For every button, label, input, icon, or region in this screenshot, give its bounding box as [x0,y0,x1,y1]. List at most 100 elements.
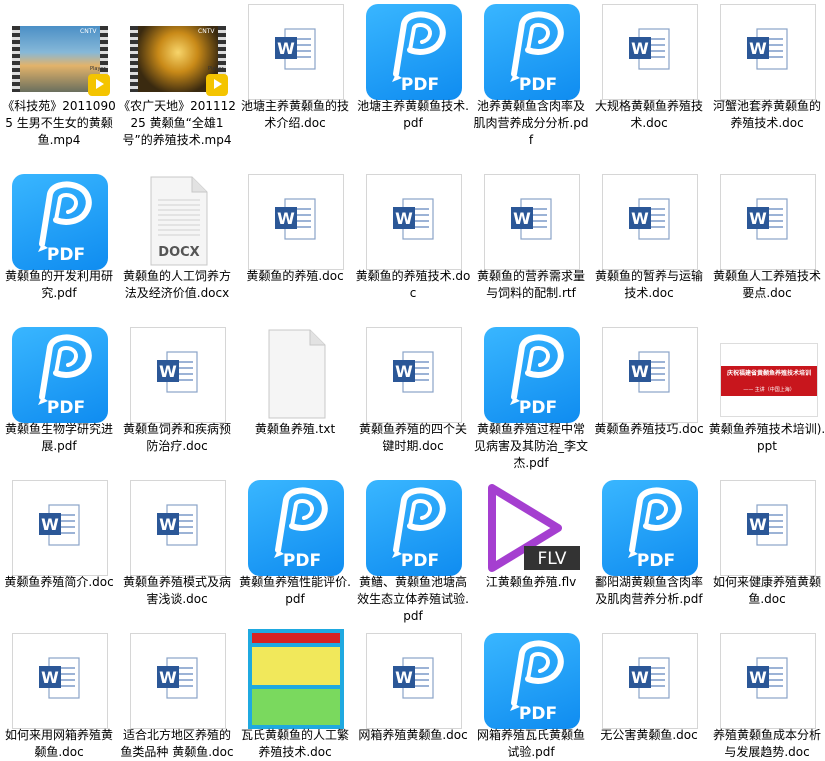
file-thumbnail: W [130,633,226,729]
file-name-label: 网箱养殖黄颡鱼.doc [358,728,468,742]
file-item[interactable]: W 黄颡鱼养殖技巧.doc [590,323,708,473]
word-letter: W [277,209,295,228]
word-document-icon: W [248,174,344,270]
word-glyph-icon: W [37,654,85,706]
word-document-icon: W [484,174,580,270]
file-item[interactable]: CNTV Player 《科技苑》20110905 生男不生女的黄颡鱼.mp4 [0,0,118,150]
file-item[interactable]: CNTV Player 《农广天地》20111225 黄颡鱼“全雄1号”的养殖技术.… [118,0,236,150]
file-thumbnail: W [12,633,108,729]
word-letter: W [159,515,177,534]
file-item[interactable]: W 无公害黄颡鱼.doc [590,629,708,755]
preview-block [252,647,340,685]
file-thumbnail: W [720,633,816,729]
file-item[interactable]: W 适合北方地区养殖的鱼类品种 黄颡鱼.doc [118,629,236,759]
file-item[interactable]: W 黄颡鱼的养殖.doc [236,170,354,320]
file-item[interactable]: W 黄颡鱼养殖模式及病害浅谈.doc [118,476,236,626]
file-thumbnail: W [130,327,226,423]
file-thumbnail: PDF [248,480,344,576]
file-name-label: 黄颡鱼的营养需求量与饲料的配制.rtf [476,269,585,300]
preview-header [252,633,340,643]
flv-play-icon: FLV [484,480,580,576]
file-name-label: 黄颡鱼养殖的四个关键时期.doc [358,422,467,453]
file-name-label: 池塘主养黄颡鱼技术.pdf [357,99,469,130]
file-item[interactable]: FLV 江黄颡鱼养殖.flv [472,476,590,626]
file-item[interactable]: W 池塘主养黄颡鱼的技术介绍.doc [236,0,354,150]
pdf-icon: PDF [366,4,462,100]
file-grid: CNTV Player 《科技苑》20110905 生男不生女的黄颡鱼.mp4 CNT… [0,0,825,759]
file-item[interactable]: PDF 黄颡鱼养殖性能评价.pdf [236,476,354,626]
file-item[interactable]: PDF 池养黄颡鱼含肉率及肌肉营养成分分析.pdf [472,0,590,150]
file-name-label: 鄱阳湖黄颡鱼含肉率及肌肉营养分析.pdf [594,575,703,606]
pdf-badge: PDF [401,75,439,95]
file-item[interactable]: W 黄颡鱼的养殖技术.doc [354,170,472,320]
file-item[interactable]: W 黄颡鱼养殖的四个关键时期.doc [354,323,472,473]
file-item[interactable]: DOCX 黄颡鱼的人工饲养方法及经济价值.docx [118,170,236,320]
file-item[interactable]: PDF 黄颡鱼的开发利用研究.pdf [0,170,118,320]
file-name-label: 养殖黄颡鱼成本分析与发展趋势.doc [712,728,821,759]
pdf-icon: PDF [484,4,580,100]
word-glyph-icon: W [155,501,203,553]
file-item[interactable]: PDF 网箱养殖瓦氏黄颡鱼试验.pdf [472,629,590,759]
word-document-icon: W [720,633,816,729]
file-item[interactable]: W 大规格黄颡鱼养殖技术.doc [590,0,708,150]
file-name-label: 黄颡鱼的养殖技术.doc [355,269,471,300]
word-document-icon: W [602,174,698,270]
word-document-icon: W [366,633,462,729]
player-badge-icon [206,74,228,96]
file-name-label: 黄颡鱼人工养殖技术要点.doc [712,269,821,300]
file-name-label: 无公害黄颡鱼.doc [600,728,698,742]
file-item[interactable]: PDF 黄颡鱼养殖过程中常见病害及其防治_李文杰.pdf [472,323,590,473]
file-thumbnail: W [366,174,462,270]
film-strip-left [12,26,20,92]
word-letter: W [631,209,649,228]
word-document-icon: W [602,327,698,423]
word-glyph-icon: W [391,348,439,400]
word-letter: W [749,39,767,58]
file-item[interactable]: W 黄颡鱼饲养和疾病预防治疗.doc [118,323,236,473]
file-item[interactable]: PDF 黄颡鱼生物学研究进展.pdf [0,323,118,473]
pdf-badge: PDF [401,551,439,571]
file-thumbnail: 庆祝福建省黄颡鱼养殖技术培训 —— 主讲（中国上海） [720,327,818,423]
file-item[interactable]: 黄颡鱼养殖.txt [236,323,354,473]
file-item[interactable]: PDF 鄱阳湖黄颡鱼含肉率及肌肉营养分析.pdf [590,476,708,626]
file-thumbnail: PDF [366,4,462,100]
file-name-label: 黄颡鱼养殖模式及病害浅谈.doc [122,575,231,606]
file-thumbnail: PDF [484,633,580,729]
file-name-label: 如何来健康养殖黄颡鱼.doc [712,575,821,606]
file-item[interactable]: W 如何来健康养殖黄颡鱼.doc [708,476,825,626]
file-thumbnail: W [12,480,108,576]
word-glyph-icon: W [627,348,675,400]
player-badge-icon [88,74,110,96]
file-thumbnail: CNTV Player [12,4,110,100]
file-name-label: 适合北方地区养殖的鱼类品种 黄颡鱼.doc [120,728,234,759]
file-thumbnail: W [602,633,698,729]
word-letter: W [631,668,649,687]
word-document-icon: W [366,327,462,423]
file-item[interactable]: W 养殖黄颡鱼成本分析与发展趋势.doc [708,629,825,759]
channel-logo: CNTV [80,28,97,35]
file-thumbnail: W [484,174,580,270]
file-item[interactable]: 瓦氏黄颡鱼的人工繁养殖技术.doc [236,629,354,759]
file-item[interactable]: W 黄颡鱼的营养需求量与饲料的配制.rtf [472,170,590,320]
file-item[interactable]: W 黄颡鱼养殖简介.doc [0,476,118,626]
file-item[interactable]: PDF 池塘主养黄颡鱼技术.pdf [354,0,472,150]
word-document-icon: W [366,174,462,270]
file-thumbnail: PDF [602,480,698,576]
file-item[interactable]: 庆祝福建省黄颡鱼养殖技术培训 —— 主讲（中国上海） 黄颡鱼养殖技术培训).ppt [708,323,825,473]
word-document-icon: W [12,633,108,729]
file-item[interactable]: W 河蟹池套养黄颡鱼的养殖技术.doc [708,0,825,150]
file-item[interactable]: PDF 黄鳝、黄颡鱼池塘高效生态立体养殖试验.pdf [354,476,472,626]
word-letter: W [631,362,649,381]
word-letter: W [749,515,767,534]
word-letter: W [749,209,767,228]
player-label: Player [208,66,224,72]
file-item[interactable]: W 黄颡鱼的暂养与运输技术.doc [590,170,708,320]
word-glyph-icon: W [391,654,439,706]
file-item[interactable]: W 网箱养殖黄颡鱼.doc [354,629,472,755]
pdf-badge: PDF [283,551,321,571]
file-item[interactable]: W 黄颡鱼人工养殖技术要点.doc [708,170,825,320]
docx-file-icon: DOCX [150,176,208,266]
word-document-icon: W [130,327,226,423]
file-thumbnail: FLV [484,480,580,576]
file-item[interactable]: W 如何来用网箱养殖黄颡鱼.doc [0,629,118,759]
